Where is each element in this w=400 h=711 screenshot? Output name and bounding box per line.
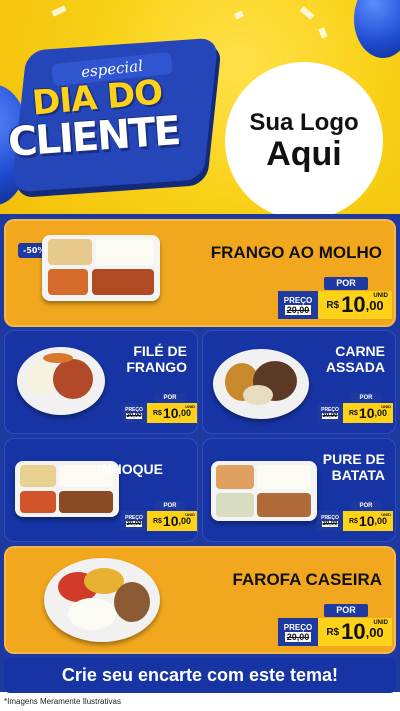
unit-label: UNID [185, 404, 195, 409]
unit-label: UNID [381, 404, 391, 409]
product-name: NHOQUE [101, 461, 163, 477]
price-por-label: POR [155, 393, 185, 403]
balloon-icon [354, 0, 400, 58]
price-tag: POR PREÇO 20,00 R$ 10 ,00 UNID [317, 501, 393, 533]
price-tag: POR PREÇO 20,00 R$ 10 ,00 UNID [278, 604, 394, 648]
food-image [42, 235, 160, 301]
product-card[interactable]: CARNE ASSADA POR PREÇO 20,00 R$ 10 ,00 U… [202, 330, 396, 434]
old-price: 20,00 [322, 521, 338, 527]
price-label: PREÇO [283, 622, 313, 632]
product-name: FRANGO AO MOLHO [210, 243, 382, 262]
product-name: PURE DE BATATA [322, 451, 385, 484]
product-name: FAROFA CASEIRA [232, 570, 382, 589]
price-cents: ,00 [178, 408, 192, 418]
currency: R$ [348, 409, 358, 417]
old-price: 20,00 [284, 304, 312, 315]
confetti-icon [299, 6, 315, 20]
unit-label: UNID [373, 293, 388, 299]
hero-banner: especial DIA DO CLIENTE Sua Logo Aqui [0, 0, 400, 215]
price-tag: POR PREÇO 20,00 R$ 10 ,00 UNID [121, 393, 197, 425]
unit-label: UNID [373, 620, 388, 626]
currency: R$ [326, 299, 340, 311]
logo-text-line2: Aqui [266, 134, 342, 173]
confetti-icon [51, 5, 67, 17]
old-price: 20,00 [126, 413, 142, 419]
price-cents: ,00 [374, 516, 388, 526]
price-cents: ,00 [365, 624, 384, 640]
price-por-label: POR [351, 501, 381, 511]
price-por-label: POR [324, 604, 368, 617]
price-value: 10 [341, 292, 366, 317]
price-por-label: POR [155, 501, 185, 511]
price-value: 10 [162, 513, 179, 529]
unit-label: UNID [381, 512, 391, 517]
old-price: 20,00 [126, 521, 142, 527]
price-por-label: POR [324, 277, 368, 290]
price-value: 10 [358, 513, 375, 529]
confetti-icon [234, 10, 244, 20]
currency: R$ [152, 409, 162, 417]
price-value: 10 [162, 405, 179, 421]
price-tag: POR PREÇO 20,00 R$ 10 ,00 UNID [121, 501, 197, 533]
product-name: FILÉ DE FRANGO [126, 343, 187, 376]
product-card[interactable]: NHOQUE POR PREÇO 20,00 R$ 10 ,00 UNID [4, 438, 198, 542]
currency: R$ [326, 626, 340, 638]
price-cents: ,00 [365, 297, 384, 313]
price-por-label: POR [351, 393, 381, 403]
product-card[interactable]: FAROFA CASEIRA POR PREÇO 20,00 R$ 10 ,00… [4, 546, 396, 654]
logo-text-line1: Sua Logo [249, 108, 359, 136]
disclaimer: *Imagens Meramente Ilustrativas [4, 697, 121, 706]
cta-banner[interactable]: Crie seu encarte com este tema! [4, 657, 396, 693]
currency: R$ [152, 517, 162, 525]
confetti-icon [318, 27, 328, 39]
logo-placeholder[interactable]: Sua Logo Aqui [225, 62, 383, 215]
food-image [17, 347, 105, 415]
food-image [44, 558, 160, 642]
product-name: CARNE ASSADA [325, 343, 385, 376]
price-cents: ,00 [374, 408, 388, 418]
unit-label: UNID [185, 512, 195, 517]
food-image [211, 461, 317, 521]
product-card[interactable]: FILÉ DE FRANGO POR PREÇO 20,00 R$ 10 ,00… [4, 330, 198, 434]
currency: R$ [348, 517, 358, 525]
price-tag: POR PREÇO 20,00 R$ 10 ,00 UNID [278, 277, 394, 321]
price-cents: ,00 [178, 516, 192, 526]
old-price: 20,00 [284, 631, 312, 642]
price-tag: POR PREÇO 20,00 R$ 10 ,00 UNID [317, 393, 393, 425]
old-price: 20,00 [322, 413, 338, 419]
price-value: 10 [341, 619, 366, 644]
price-label: PREÇO [283, 295, 313, 305]
product-card[interactable]: -50% FRANGO AO MOLHO POR PREÇO 20,00 R$ … [4, 219, 396, 327]
price-value: 10 [358, 405, 375, 421]
product-card[interactable]: PURE DE BATATA POR PREÇO 20,00 R$ 10 ,00… [202, 438, 396, 542]
food-image [213, 349, 309, 419]
